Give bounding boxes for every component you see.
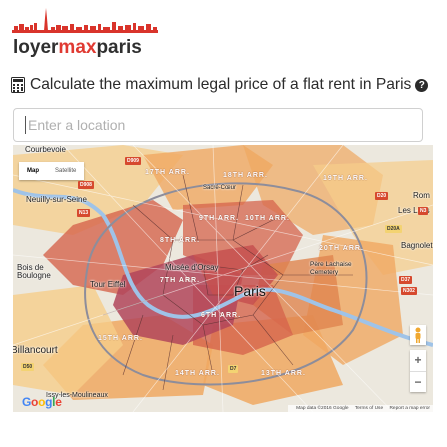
arr-label: 19TH ARR. bbox=[323, 175, 368, 182]
arr-label: 13TH ARR. bbox=[261, 370, 306, 377]
zoom-out-button[interactable]: − bbox=[410, 372, 426, 393]
place-sacre-coeur: Sacré-Cœur bbox=[203, 185, 237, 191]
zoom-in-button[interactable]: + bbox=[410, 350, 426, 372]
place-rom: Rom bbox=[413, 191, 430, 200]
logo-word-paris: paris bbox=[96, 37, 142, 58]
map-type-satellite-button[interactable]: Satellite bbox=[47, 162, 84, 180]
map-data-credit: Map data ©2016 Google bbox=[296, 406, 349, 411]
google-logo[interactable]: Google bbox=[22, 395, 62, 409]
map-type-control[interactable]: Map Satellite bbox=[19, 162, 85, 180]
place-tour-eiffel: Tour Eiffel bbox=[90, 280, 126, 289]
map-center-label: Paris bbox=[234, 283, 266, 299]
arr-label: 20TH ARR. bbox=[319, 245, 364, 252]
road-shield: D909 bbox=[125, 157, 141, 165]
place-billancourt: Billancourt bbox=[13, 345, 58, 356]
location-search-input[interactable] bbox=[13, 108, 423, 142]
arr-label: 6TH ARR. bbox=[201, 312, 242, 319]
paris-skyline-logo-icon bbox=[12, 8, 158, 33]
logo-word-loyer: loyer bbox=[13, 37, 59, 58]
road-shield: D908 bbox=[78, 181, 94, 189]
site-logo[interactable]: loyermaxparis bbox=[10, 6, 160, 58]
arr-label: 14TH ARR. bbox=[175, 370, 220, 377]
heading-text: Calculate the maximum legal price of a f… bbox=[30, 76, 412, 93]
place-bagnolet: Bagnolet bbox=[401, 241, 433, 250]
arr-label: 17TH ARR. bbox=[145, 169, 190, 176]
place-neuilly: Neuilly-sur-Seine bbox=[26, 195, 87, 204]
street-view-pegman-icon[interactable] bbox=[410, 325, 426, 345]
zoom-control: + − bbox=[410, 350, 426, 392]
place-pere-lachaise: Père Lachaise Cemetery bbox=[310, 261, 352, 276]
arr-label: 15TH ARR. bbox=[98, 335, 143, 342]
road-shield: D7 bbox=[228, 365, 239, 373]
road-shield: D50 bbox=[21, 363, 35, 371]
road-shield: N302 bbox=[401, 287, 417, 295]
terms-link[interactable]: Terms of Use bbox=[355, 406, 383, 411]
place-bois-de-boulogne: Bois de Boulogne bbox=[17, 263, 51, 280]
road-shield: N13 bbox=[77, 209, 91, 217]
road-shield: D20 bbox=[375, 192, 389, 200]
map-attribution: Map data ©2016 Google Terms of Use Repor… bbox=[288, 405, 433, 412]
map-type-map-button[interactable]: Map bbox=[19, 162, 47, 180]
report-error-link[interactable]: Report a map error bbox=[389, 406, 430, 411]
road-shield: D20A bbox=[385, 225, 402, 233]
page-heading: Calculate the maximum legal price of a f… bbox=[11, 76, 443, 94]
rent-zone-map[interactable]: Map Satellite Courbevoie Neuilly-sur-Sei… bbox=[13, 145, 433, 412]
road-shield: N3 bbox=[418, 207, 429, 215]
arr-label: 10TH ARR. bbox=[245, 215, 290, 222]
arr-label: 9TH ARR. bbox=[199, 215, 240, 222]
arr-label: 8TH ARR. bbox=[160, 237, 201, 244]
place-musee-dorsay: Musée d'Orsay bbox=[165, 263, 219, 272]
text-cursor bbox=[25, 116, 26, 134]
place-courbevoie: Courbevoie bbox=[25, 145, 66, 154]
road-shield: D37 bbox=[399, 276, 413, 284]
arr-label: 7TH ARR. bbox=[160, 277, 201, 284]
calculator-icon bbox=[11, 77, 25, 93]
logo-word-max: max bbox=[58, 37, 97, 58]
logo-text: loyermaxparis bbox=[13, 37, 142, 59]
arr-label: 18TH ARR. bbox=[223, 172, 268, 179]
help-icon[interactable]: ? bbox=[415, 78, 429, 92]
